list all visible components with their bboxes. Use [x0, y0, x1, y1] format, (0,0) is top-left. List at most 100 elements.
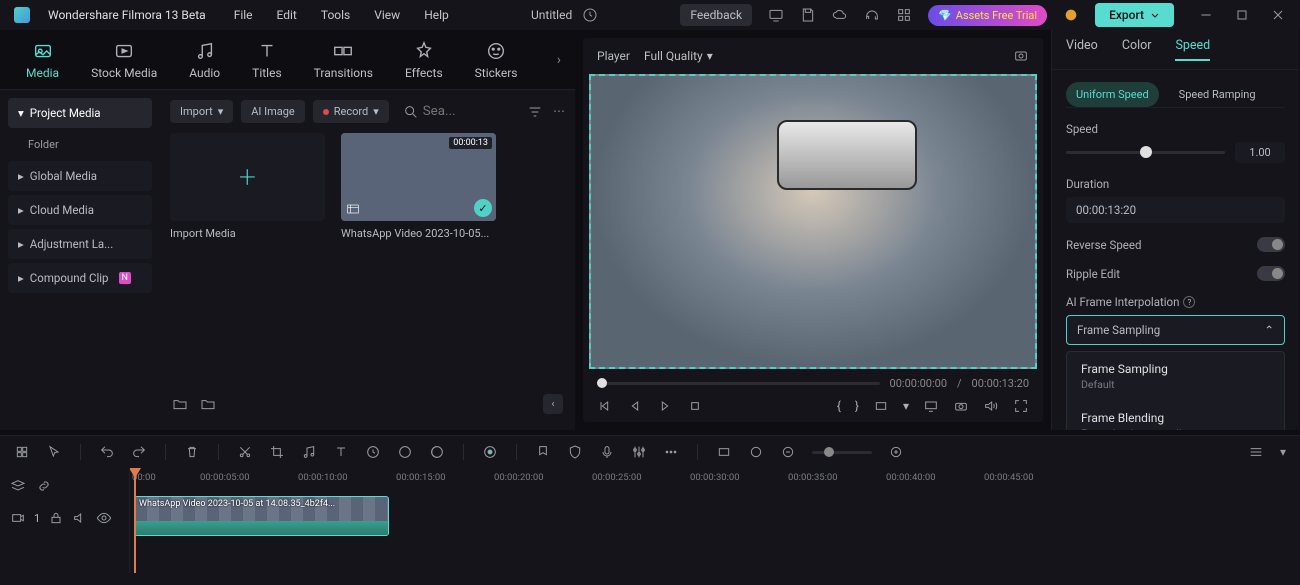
tab-stock-media[interactable]: Stock Media [79, 40, 169, 80]
insp-tab-speed[interactable]: Speed [1175, 38, 1210, 61]
speed-icon[interactable] [365, 444, 381, 460]
zoom-out-icon[interactable] [780, 444, 796, 460]
delete-icon[interactable] [184, 444, 200, 460]
stop-icon[interactable] [687, 398, 703, 414]
preview-canvas[interactable] [589, 74, 1037, 369]
reverse-toggle[interactable] [1257, 237, 1285, 252]
import-button[interactable]: Import ▾ [170, 100, 233, 123]
timeline-clip[interactable]: WhatsApp Video 2023-10-05 at 14.08.35_4b… [134, 496, 389, 536]
tab-effects[interactable]: Effects [393, 40, 455, 80]
music-icon[interactable] [301, 444, 317, 460]
camera-icon[interactable] [953, 398, 969, 414]
menu-view[interactable]: View [374, 8, 400, 22]
play-icon[interactable] [657, 398, 673, 414]
media-clip-card[interactable]: 00:00:13 ✓ WhatsApp Video 2023-10-05... [341, 133, 496, 240]
mute-icon[interactable] [72, 510, 88, 526]
monitor-icon[interactable] [768, 7, 784, 23]
toolbar-more-icon[interactable]: ▾ [1280, 445, 1286, 459]
eye-icon[interactable] [96, 510, 112, 526]
timeline-ruler[interactable]: 00:00 00:00:05:00 00:00:10:00 00:00:15:0… [130, 468, 1300, 492]
playhead[interactable] [134, 468, 136, 573]
headphones-icon[interactable] [864, 7, 880, 23]
ai-tool-icon[interactable] [482, 444, 498, 460]
tab-media[interactable]: Media [14, 40, 71, 80]
insp-tab-video[interactable]: Video [1066, 38, 1098, 61]
sidebar-project-media[interactable]: ▾ Project Media [8, 98, 152, 128]
quality-select[interactable]: Full Quality ▾ [644, 49, 713, 63]
sidebar-compound-clip[interactable]: ▸ Compound ClipN [8, 263, 152, 293]
cloud-icon[interactable] [832, 7, 848, 23]
import-media-card[interactable]: + Import Media [170, 133, 325, 240]
list-view-icon[interactable] [1248, 444, 1264, 460]
insp-tab-color[interactable]: Color [1122, 38, 1152, 61]
assets-trial-button[interactable]: 💎 Assets Free Trial [928, 5, 1047, 26]
folder-add-icon[interactable] [172, 396, 188, 412]
mixer-icon[interactable] [631, 444, 647, 460]
mic-icon[interactable] [599, 444, 615, 460]
mode-speed-ramping[interactable]: Speed Ramping [1169, 82, 1259, 107]
keyframe-icon[interactable] [663, 444, 679, 460]
tab-stickers[interactable]: Stickers [463, 40, 530, 80]
maximize-icon[interactable] [1234, 7, 1250, 23]
sidebar-global-media[interactable]: ▸ Global Media [8, 161, 152, 191]
sidebar-folder[interactable]: Folder [8, 132, 152, 157]
zoom-circle-icon[interactable] [748, 444, 764, 460]
interp-select[interactable]: Frame Sampling⌃ [1066, 315, 1285, 345]
snapshot-icon[interactable] [1013, 48, 1029, 64]
notification-icon[interactable] [1063, 7, 1079, 23]
mode-uniform-speed[interactable]: Uniform Speed [1066, 82, 1159, 107]
play-back-icon[interactable] [627, 398, 643, 414]
tab-audio[interactable]: Audio [177, 40, 232, 80]
export-button[interactable]: Export [1095, 3, 1174, 27]
record-button[interactable]: Record ▾ [313, 100, 389, 123]
timeline-layers-icon[interactable] [10, 478, 26, 494]
collapse-icon[interactable]: ‹ [543, 394, 563, 414]
undo-icon[interactable] [99, 444, 115, 460]
tabs-next-icon[interactable]: › [557, 52, 561, 68]
link-icon[interactable] [36, 478, 52, 494]
volume-icon[interactable] [983, 398, 999, 414]
redo-icon[interactable] [131, 444, 147, 460]
ai-image-button[interactable]: AI Image [241, 100, 305, 123]
fullscreen-icon[interactable] [1013, 398, 1029, 414]
text-icon[interactable] [333, 444, 349, 460]
crop-icon[interactable] [269, 444, 285, 460]
duration-value[interactable]: 00:00:13:20 [1066, 197, 1285, 223]
feedback-button[interactable]: Feedback [680, 4, 752, 26]
tab-transitions[interactable]: Transitions [302, 40, 385, 80]
filter-icon[interactable] [527, 104, 543, 120]
menu-help[interactable]: Help [424, 8, 449, 22]
menu-tools[interactable]: Tools [321, 8, 350, 22]
option-frame-sampling[interactable]: Frame Sampling Default [1067, 352, 1284, 401]
more-icon[interactable]: ⋯ [553, 104, 565, 120]
folder-icon[interactable] [200, 396, 216, 412]
zoom-in-icon[interactable] [888, 444, 904, 460]
cursor-tool-icon[interactable] [46, 444, 62, 460]
scrub-bar[interactable] [597, 382, 880, 385]
search-input[interactable] [423, 104, 463, 119]
ratio-chevron-icon[interactable]: ▾ [903, 399, 909, 413]
fit-icon[interactable] [716, 444, 732, 460]
prev-frame-icon[interactable] [597, 398, 613, 414]
grid-icon[interactable] [896, 7, 912, 23]
color-icon[interactable] [397, 444, 413, 460]
ratio-icon[interactable] [873, 398, 889, 414]
cut-icon[interactable] [237, 444, 253, 460]
mark-in-icon[interactable]: { [837, 399, 841, 413]
menu-file[interactable]: File [234, 8, 253, 22]
select-tool-icon[interactable] [14, 444, 30, 460]
speed-value[interactable]: 1.00 [1235, 142, 1285, 163]
close-icon[interactable] [1270, 7, 1286, 23]
lock-icon[interactable] [48, 510, 64, 526]
help-icon[interactable]: ? [1183, 296, 1195, 308]
adjust-icon[interactable] [429, 444, 445, 460]
display-icon[interactable] [923, 398, 939, 414]
sidebar-adjustment-layer[interactable]: ▸ Adjustment La... [8, 229, 152, 259]
zoom-slider[interactable] [812, 451, 872, 454]
option-frame-blending[interactable]: Frame Blending Faster but lower quality [1067, 401, 1284, 430]
menu-edit[interactable]: Edit [277, 8, 297, 22]
minimize-icon[interactable] [1198, 7, 1214, 23]
sidebar-cloud-media[interactable]: ▸ Cloud Media [8, 195, 152, 225]
video-track-head[interactable]: 1 [10, 504, 119, 532]
tab-titles[interactable]: Titles [240, 40, 293, 80]
